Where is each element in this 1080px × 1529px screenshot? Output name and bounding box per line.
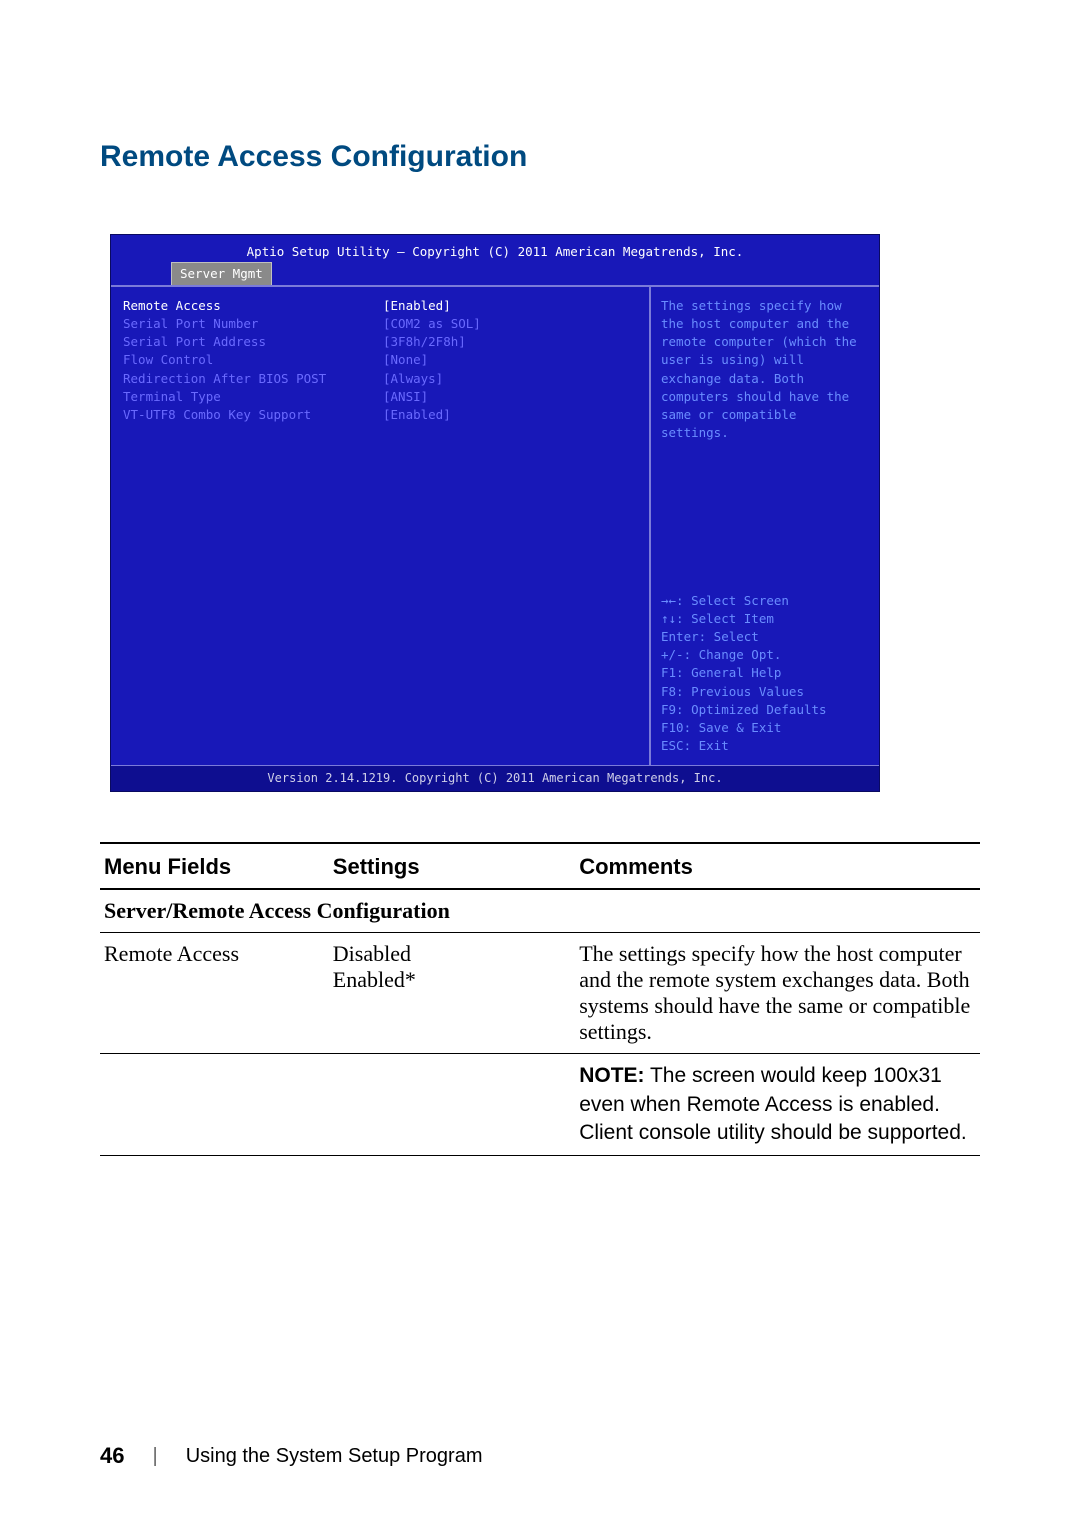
- note-block: NOTE: The screen would keep 100x31 even …: [579, 1062, 976, 1147]
- bios-key-hint: F9: Optimized Defaults: [661, 701, 869, 719]
- bios-label: Serial Port Number: [123, 315, 383, 333]
- footer-separator: |: [152, 1445, 157, 1468]
- cell-menu-field: Remote Access: [100, 933, 329, 1054]
- menu-fields-table: Menu Fields Settings Comments Server/Rem…: [100, 842, 980, 1156]
- bios-key-hint: ESC: Exit: [661, 737, 869, 755]
- bios-tab-server-mgmt[interactable]: Server Mgmt: [171, 262, 272, 285]
- bios-key-hint: F8: Previous Values: [661, 683, 869, 701]
- bios-footer: Version 2.14.1219. Copyright (C) 2011 Am…: [111, 765, 879, 791]
- bios-label: Flow Control: [123, 351, 383, 369]
- table-note-row: NOTE: The screen would keep 100x31 even …: [100, 1054, 980, 1156]
- bios-key-hint: ↑↓: Select Item: [661, 610, 869, 628]
- bios-help-pane: The settings specify how the host comput…: [651, 285, 879, 765]
- bios-row-vt-utf8-combo-key-support[interactable]: VT-UTF8 Combo Key Support [Enabled]: [123, 406, 637, 424]
- bios-label: Remote Access: [123, 297, 383, 315]
- bios-header: Aptio Setup Utility – Copyright (C) 2011…: [111, 235, 879, 285]
- bios-row-terminal-type[interactable]: Terminal Type [ANSI]: [123, 388, 637, 406]
- bios-key-hint: →←: Select Screen: [661, 592, 869, 610]
- bios-label: VT-UTF8 Combo Key Support: [123, 406, 383, 424]
- bios-key-hint: F10: Save & Exit: [661, 719, 869, 737]
- cell-comments: The settings specify how the host comput…: [575, 933, 980, 1054]
- bios-value: [3F8h/2F8h]: [383, 333, 637, 351]
- bios-help-text: The settings specify how the host comput…: [661, 297, 869, 442]
- page-footer: 46 | Using the System Setup Program: [100, 1443, 482, 1469]
- setting-option: Enabled*: [333, 967, 571, 993]
- bios-row-redirection-after-bios-post[interactable]: Redirection After BIOS POST [Always]: [123, 370, 637, 388]
- th-menu-fields: Menu Fields: [100, 843, 329, 889]
- bios-value: [Always]: [383, 370, 637, 388]
- bios-key-hint: +/-: Change Opt.: [661, 646, 869, 664]
- bios-row-flow-control[interactable]: Flow Control [None]: [123, 351, 637, 369]
- bios-key-hint: F1: General Help: [661, 664, 869, 682]
- bios-settings-pane: Remote Access [Enabled] Serial Port Numb…: [111, 285, 651, 765]
- bios-row-remote-access[interactable]: Remote Access [Enabled]: [123, 297, 637, 315]
- bios-value: [None]: [383, 351, 637, 369]
- bios-value: [ANSI]: [383, 388, 637, 406]
- th-settings: Settings: [329, 843, 575, 889]
- bios-value: [Enabled]: [383, 406, 637, 424]
- table-section-title: Server/Remote Access Configuration: [100, 889, 980, 933]
- bios-value: [Enabled]: [383, 297, 637, 315]
- cell-settings: Disabled Enabled*: [329, 933, 575, 1054]
- bios-key-hints: →←: Select Screen ↑↓: Select Item Enter:…: [661, 592, 869, 755]
- bios-value: [COM2 as SOL]: [383, 315, 637, 333]
- bios-key-hint: Enter: Select: [661, 628, 869, 646]
- page-number: 46: [100, 1443, 124, 1469]
- bios-label: Serial Port Address: [123, 333, 383, 351]
- bios-label: Redirection After BIOS POST: [123, 370, 383, 388]
- bios-row-serial-port-number[interactable]: Serial Port Number [COM2 as SOL]: [123, 315, 637, 333]
- section-title: Remote Access Configuration: [100, 140, 980, 174]
- chapter-title: Using the System Setup Program: [186, 1445, 483, 1468]
- table-row: Remote Access Disabled Enabled* The sett…: [100, 933, 980, 1054]
- note-label: NOTE:: [579, 1064, 644, 1087]
- bios-header-title: Aptio Setup Utility – Copyright (C) 2011…: [115, 241, 875, 261]
- setting-option: Disabled: [333, 941, 571, 967]
- bios-label: Terminal Type: [123, 388, 383, 406]
- th-comments: Comments: [575, 843, 980, 889]
- bios-screenshot: Aptio Setup Utility – Copyright (C) 2011…: [110, 234, 880, 792]
- bios-row-serial-port-address[interactable]: Serial Port Address [3F8h/2F8h]: [123, 333, 637, 351]
